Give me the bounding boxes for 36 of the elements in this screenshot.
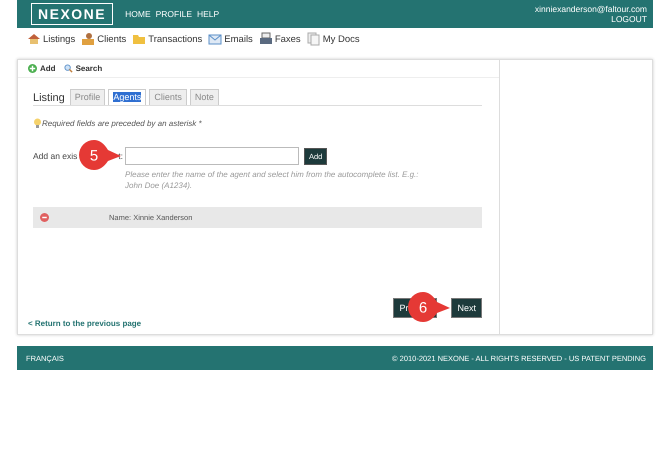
module-link[interactable]: Faxes — [274, 34, 301, 44]
search-icon — [64, 64, 73, 73]
user-email: xinniexanderson@faltour.com — [534, 4, 647, 14]
tab[interactable]: Profile — [70, 89, 106, 105]
nav-link[interactable]: HELP — [197, 9, 220, 19]
toolbar-link[interactable]: Add — [40, 64, 56, 73]
step-callout-tooltip: 6 — [407, 291, 452, 323]
agent-input[interactable] — [125, 147, 299, 165]
module-link[interactable]: Clients — [97, 34, 126, 44]
field-hint: Please enter the name of the agent and select him from the autocomplete list. E.g.: John Doe (A1234). — [125, 169, 420, 191]
section-title: Listing — [33, 92, 65, 105]
tab[interactable]: Agents — [108, 89, 146, 105]
module-link[interactable]: Emails — [224, 34, 253, 44]
remove-icon[interactable] — [40, 213, 49, 222]
logo[interactable]: NEXONE — [31, 3, 114, 25]
folder-icon — [132, 32, 146, 46]
lightbulb-icon — [33, 118, 42, 128]
nav-link[interactable]: PROFILE — [156, 9, 192, 19]
add-icon — [28, 64, 37, 73]
module-link[interactable]: Transactions — [148, 34, 202, 44]
module-link[interactable]: Listings — [43, 34, 76, 44]
person-icon — [81, 32, 96, 46]
mail-icon — [208, 32, 222, 46]
module-link[interactable]: My Docs — [322, 34, 360, 44]
return-link[interactable]: < Return to the previous page — [28, 319, 142, 328]
nav-link[interactable]: HOME — [125, 9, 151, 19]
next-button[interactable]: Next — [451, 298, 482, 318]
docs-icon — [306, 32, 321, 46]
tab[interactable]: Clients — [149, 89, 187, 105]
printer-icon — [258, 32, 273, 46]
logout-link[interactable]: LOGOUT — [534, 14, 647, 24]
toolbar-link[interactable]: Search — [76, 64, 102, 73]
house-icon — [27, 32, 41, 46]
required-note: Required fields are preceded by an asterisk * — [42, 118, 202, 128]
tab[interactable]: Note — [190, 89, 219, 105]
field-label: Add an exis — [33, 151, 78, 161]
